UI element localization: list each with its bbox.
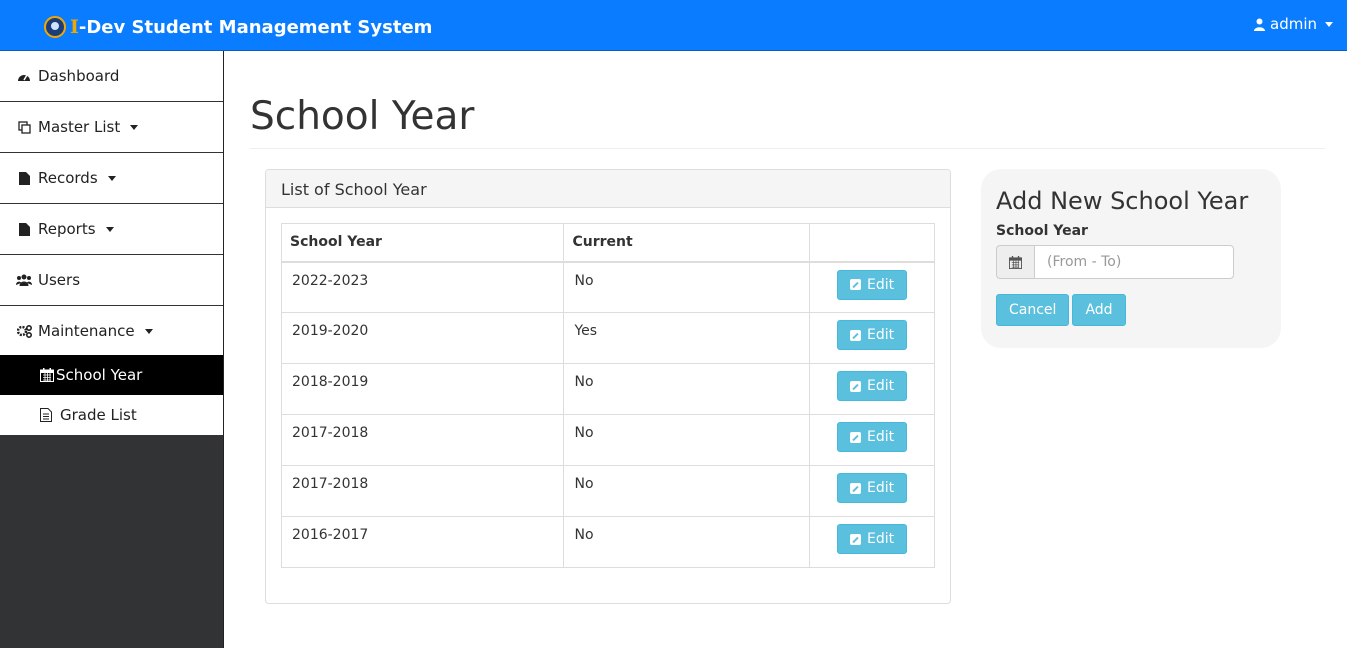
- column-header-school-year: School Year: [280, 223, 565, 263]
- cell-school-year: 2018-2019: [280, 363, 565, 415]
- school-year-input[interactable]: (From - To): [1034, 245, 1234, 279]
- edit-button[interactable]: Edit: [836, 320, 908, 350]
- sidebar-item-label: Master List: [38, 118, 121, 136]
- sidebar-subitem-label: Grade List: [60, 406, 137, 424]
- add-school-year-form: Add New School Year School Year (From - …: [981, 169, 1281, 348]
- edit-icon: [849, 431, 861, 443]
- column-header-current: Current: [563, 223, 811, 263]
- cell-current: Yes: [563, 312, 811, 364]
- copy-icon: [16, 120, 32, 134]
- edit-label: Edit: [866, 378, 895, 394]
- table-row: 2022-2023 No Edit: [280, 261, 935, 313]
- title-divider: [250, 148, 1325, 149]
- school-year-table: School Year Current 2022-2023 No Edit 20…: [280, 223, 935, 568]
- edit-label: Edit: [866, 531, 895, 547]
- cancel-button[interactable]: Cancel: [996, 294, 1070, 326]
- cell-school-year: 2017-2018: [280, 414, 565, 466]
- sidebar-subitem-grade-list[interactable]: Grade List: [0, 395, 223, 435]
- sidebar-item-label: Maintenance: [38, 322, 135, 340]
- edit-icon: [849, 533, 861, 545]
- edit-label: Edit: [866, 327, 895, 343]
- calendar-icon: [40, 368, 54, 382]
- cell-current: No: [563, 516, 811, 568]
- sidebar: Dashboard Master List Records Reports Us…: [0, 51, 224, 648]
- table-row: 2017-2018 No Edit: [280, 465, 935, 517]
- sidebar-subitem-label: School Year: [56, 366, 143, 384]
- school-year-field-label: School Year: [996, 223, 1088, 239]
- table-row: 2016-2017 No Edit: [280, 516, 935, 568]
- caret-down-icon: [144, 328, 153, 334]
- file-icon: [16, 222, 32, 236]
- caret-down-icon: [105, 226, 114, 232]
- edit-label: Edit: [866, 276, 895, 293]
- top-navbar: I -Dev Student Management System admin: [0, 0, 1347, 51]
- cell-actions: Edit: [809, 363, 935, 415]
- edit-button[interactable]: Edit: [836, 269, 908, 300]
- brand[interactable]: I -Dev Student Management System: [44, 16, 432, 38]
- user-name: admin: [1270, 15, 1317, 33]
- cell-school-year: 2016-2017: [280, 516, 565, 568]
- sidebar-item-label: Dashboard: [38, 67, 120, 85]
- sidebar-item-label: Records: [38, 169, 98, 187]
- form-title: Add New School Year: [996, 187, 1249, 215]
- cell-actions: Edit: [809, 465, 935, 517]
- user-menu[interactable]: admin: [1254, 15, 1333, 33]
- user-icon: [1254, 18, 1265, 31]
- cell-school-year: 2019-2020: [280, 312, 565, 364]
- dashboard-icon: [16, 69, 32, 83]
- caret-down-icon: [130, 124, 139, 130]
- sidebar-item-records[interactable]: Records: [0, 153, 223, 204]
- edit-icon: [849, 380, 861, 392]
- edit-label: Edit: [866, 480, 895, 496]
- sidebar-item-reports[interactable]: Reports: [0, 204, 223, 255]
- brand-title: -Dev Student Management System: [78, 16, 433, 38]
- sidebar-item-maintenance[interactable]: Maintenance: [0, 306, 223, 357]
- cell-actions: Edit: [809, 414, 935, 466]
- cell-school-year: 2022-2023: [280, 261, 565, 313]
- column-header-actions: [809, 223, 935, 263]
- logo-icon: [44, 16, 66, 38]
- edit-button[interactable]: Edit: [836, 371, 908, 401]
- cell-school-year: 2017-2018: [280, 465, 565, 517]
- form-actions: Cancel Add: [996, 294, 1266, 326]
- table-row: 2017-2018 No Edit: [280, 414, 935, 466]
- panel-heading: List of School Year: [266, 170, 950, 208]
- school-year-panel: List of School Year School Year Current …: [265, 169, 951, 604]
- users-icon: [16, 273, 32, 287]
- page-title: School Year: [250, 94, 475, 139]
- school-year-input-group: (From - To): [996, 245, 1234, 279]
- edit-button[interactable]: Edit: [836, 422, 908, 452]
- cell-current: No: [563, 363, 811, 415]
- table-row: 2018-2019 No Edit: [280, 363, 935, 415]
- sidebar-item-label: Users: [38, 271, 81, 289]
- cogs-icon: [16, 324, 32, 338]
- file-icon: [16, 171, 32, 185]
- edit-icon: [849, 482, 861, 494]
- sidebar-item-master-list[interactable]: Master List: [0, 102, 223, 153]
- edit-button[interactable]: Edit: [836, 473, 908, 503]
- cell-actions: Edit: [809, 516, 935, 568]
- cell-actions: Edit: [809, 261, 935, 313]
- calendar-icon[interactable]: [996, 245, 1034, 279]
- cell-current: No: [563, 261, 811, 313]
- cell-current: No: [563, 465, 811, 517]
- edit-button[interactable]: Edit: [836, 524, 908, 554]
- cell-actions: Edit: [809, 312, 935, 364]
- caret-down-icon: [1325, 21, 1333, 27]
- sidebar-item-label: Reports: [38, 220, 96, 238]
- cell-current: No: [563, 414, 811, 466]
- edit-icon: [849, 329, 861, 341]
- edit-icon: [849, 279, 861, 290]
- document-icon: [40, 408, 52, 422]
- sidebar-item-users[interactable]: Users: [0, 255, 223, 306]
- brand-initial: I: [70, 16, 79, 38]
- table-row: 2019-2020 Yes Edit: [280, 312, 935, 364]
- edit-label: Edit: [866, 429, 895, 445]
- caret-down-icon: [107, 175, 116, 181]
- sidebar-item-dashboard[interactable]: Dashboard: [0, 51, 223, 102]
- table-header-row: School Year Current: [280, 223, 935, 263]
- add-button[interactable]: Add: [1072, 294, 1126, 326]
- sidebar-subitem-school-year[interactable]: School Year: [0, 355, 223, 395]
